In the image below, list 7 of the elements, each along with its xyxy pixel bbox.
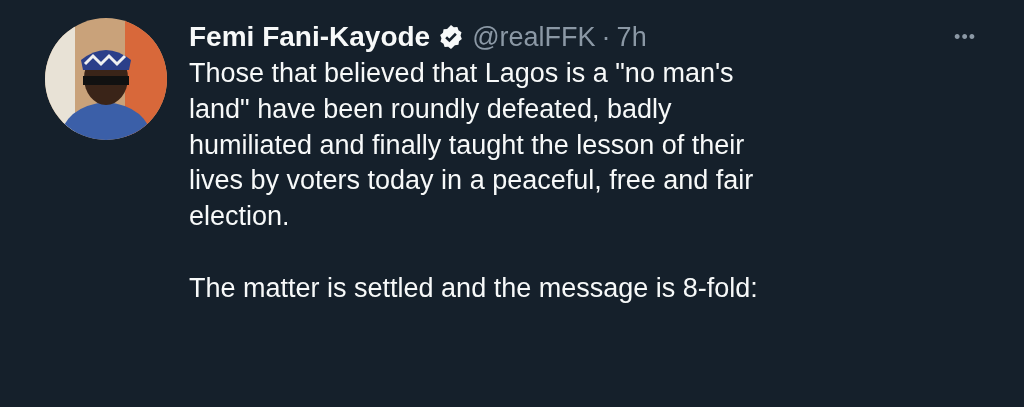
author-handle[interactable]: @realFFK	[472, 21, 596, 53]
post-time[interactable]: 7h	[616, 21, 647, 53]
separator: ·	[601, 21, 611, 53]
tweet-text: Those that believed that Lagos is a "no man's land" have been roundly defeated, badly humiliated and finally taught the lesson of their lives by voters today in a peaceful, free and fair election.	[189, 57, 755, 234]
tweet-text: The matter is settled and the message is 8-fold:	[189, 272, 759, 305]
more-button[interactable]: •••	[954, 26, 976, 48]
author-name[interactable]: Femi Fani-Kayode	[189, 21, 431, 53]
